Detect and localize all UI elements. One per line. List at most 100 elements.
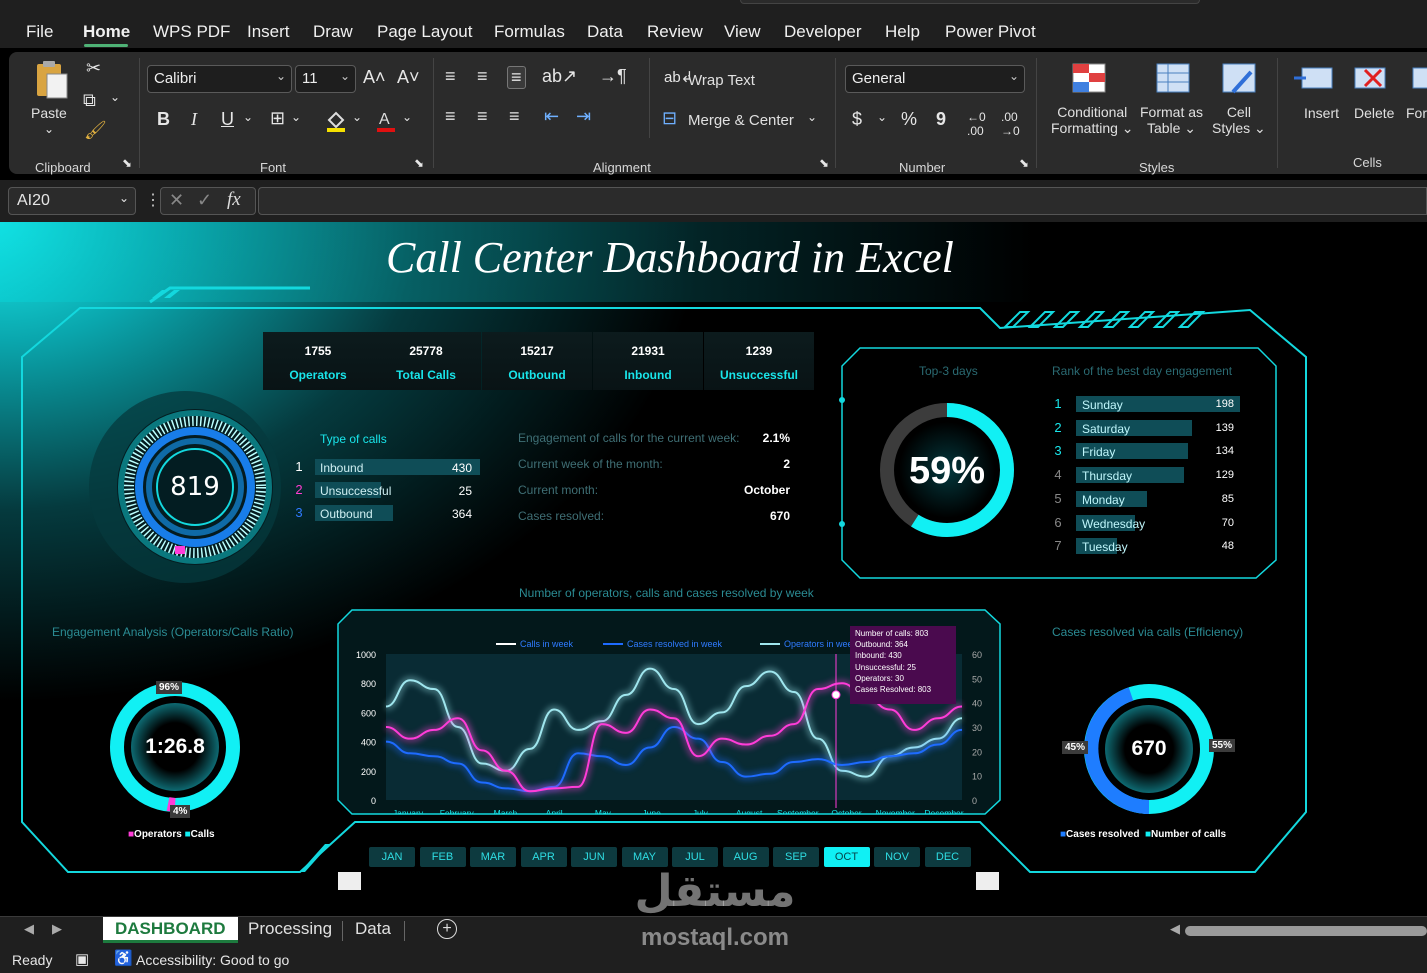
format-as-table-label[interactable]: Format as Table ⌄ bbox=[1140, 104, 1203, 137]
wrap-text-button[interactable]: Wrap Text bbox=[688, 72, 755, 89]
align-center-icon[interactable]: ≡ bbox=[477, 106, 488, 127]
paragraph-direction-icon[interactable]: →¶ bbox=[599, 66, 627, 87]
insert-cells-button[interactable]: Insert bbox=[1304, 105, 1339, 121]
borders-chevron-icon[interactable]: ⌄ bbox=[291, 110, 301, 124]
borders-icon[interactable]: ⊞ bbox=[270, 108, 285, 129]
cut-icon[interactable]: ✂ bbox=[86, 58, 101, 79]
month-button[interactable]: MAR bbox=[470, 847, 516, 867]
tab-data[interactable]: Data bbox=[587, 22, 623, 42]
formula-input[interactable] bbox=[258, 187, 1427, 215]
delete-cells-icon[interactable] bbox=[1351, 64, 1391, 92]
align-top-icon[interactable]: ≡ bbox=[445, 66, 456, 87]
month-button[interactable]: JAN bbox=[369, 847, 415, 867]
underline-chevron-icon[interactable]: ⌄ bbox=[243, 110, 253, 124]
more-options-icon[interactable]: ⋮ bbox=[145, 190, 161, 210]
month-button[interactable]: JUN bbox=[571, 847, 617, 867]
comma-style-button[interactable]: 9 bbox=[936, 109, 946, 130]
cell-styles-icon[interactable] bbox=[1221, 62, 1257, 94]
orientation-icon[interactable]: ab↗ bbox=[542, 66, 577, 87]
paste-dropdown-chevron-icon[interactable]: ⌄ bbox=[44, 122, 54, 136]
tab-draw[interactable]: Draw bbox=[313, 22, 353, 42]
tab-insert[interactable]: Insert bbox=[247, 22, 290, 42]
macro-record-icon[interactable]: ▣ bbox=[75, 950, 89, 968]
conditional-formatting-icon[interactable] bbox=[1071, 62, 1107, 94]
increase-decimal-icon[interactable]: ←0.00 bbox=[967, 110, 986, 138]
month-button[interactable]: DEC bbox=[924, 847, 971, 867]
tab-formulas[interactable]: Formulas bbox=[494, 22, 565, 42]
merge-icon[interactable]: ⊟ bbox=[662, 108, 677, 129]
align-bottom-icon[interactable]: ≡ bbox=[507, 66, 526, 89]
paste-icon[interactable] bbox=[33, 60, 69, 100]
increase-indent-icon[interactable]: ⇥ bbox=[576, 106, 591, 127]
copy-icon[interactable]: ⧉ bbox=[83, 90, 96, 111]
horizontal-scrollbar[interactable] bbox=[1185, 926, 1427, 936]
paste-button[interactable]: Paste bbox=[31, 105, 67, 121]
fill-color-icon[interactable] bbox=[324, 108, 348, 132]
month-button[interactable]: NOV bbox=[874, 847, 920, 867]
fill-chevron-icon[interactable]: ⌄ bbox=[352, 110, 362, 124]
name-box[interactable]: AI20 ⌄ bbox=[8, 187, 136, 215]
increase-font-icon[interactable]: A˄ bbox=[363, 67, 386, 88]
font-launcher-icon[interactable]: ⬊ bbox=[414, 156, 424, 170]
cell-styles-label[interactable]: Cell Styles ⌄ bbox=[1212, 104, 1266, 137]
font-color-icon[interactable]: A bbox=[374, 108, 398, 132]
accessibility-status[interactable]: Accessibility: Good to go bbox=[136, 952, 289, 968]
scroll-right-icon[interactable]: ▶ bbox=[52, 921, 62, 937]
format-as-table-icon[interactable] bbox=[1155, 62, 1191, 94]
sheet-tab-data[interactable]: Data bbox=[343, 917, 403, 943]
add-sheet-button[interactable]: + bbox=[437, 919, 457, 939]
sheet-tab-dashboard[interactable]: DASHBOARD bbox=[103, 917, 238, 943]
decrease-indent-icon[interactable]: ⇤ bbox=[544, 106, 559, 127]
month-button[interactable]: FEB bbox=[419, 847, 466, 867]
alignment-launcher-icon[interactable]: ⬊ bbox=[819, 156, 829, 170]
cancel-icon[interactable]: ✕ bbox=[169, 190, 184, 211]
tab-page-layout[interactable]: Page Layout bbox=[377, 22, 472, 42]
hscroll-left-icon[interactable]: ◀ bbox=[1170, 921, 1180, 937]
number-launcher-icon[interactable]: ⬊ bbox=[1019, 156, 1029, 170]
font-name-select[interactable]: Calibri ⌄ bbox=[147, 65, 292, 93]
enter-icon[interactable]: ✓ bbox=[197, 190, 212, 211]
conditional-formatting-label[interactable]: Conditional Formatting ⌄ bbox=[1051, 104, 1134, 137]
number-format-select[interactable]: General ⌄ bbox=[845, 65, 1025, 93]
tab-review[interactable]: Review bbox=[647, 22, 703, 42]
tab-home[interactable]: Home bbox=[83, 22, 130, 42]
underline-button[interactable]: U bbox=[221, 109, 234, 130]
sheet-tab-processing[interactable]: Processing bbox=[236, 917, 344, 943]
percent-button[interactable]: % bbox=[901, 109, 917, 130]
decrease-decimal-icon[interactable]: .00 →0 bbox=[1001, 110, 1020, 138]
format-cells-icon[interactable] bbox=[1409, 64, 1427, 92]
clipboard-launcher-icon[interactable]: ⬊ bbox=[122, 156, 132, 170]
month-button[interactable]: AUG bbox=[722, 847, 769, 867]
insert-function-button[interactable]: fx bbox=[227, 189, 241, 211]
format-painter-icon[interactable]: 🖌 bbox=[84, 120, 107, 141]
tab-view[interactable]: View bbox=[724, 22, 761, 42]
currency-chevron-icon[interactable]: ⌄ bbox=[877, 110, 887, 124]
merge-chevron-icon[interactable]: ⌄ bbox=[807, 110, 817, 124]
currency-button[interactable]: $ bbox=[852, 109, 862, 130]
font-color-chevron-icon[interactable]: ⌄ bbox=[402, 110, 412, 124]
tab-wps-pdf[interactable]: WPS PDF bbox=[153, 22, 230, 42]
align-left-icon[interactable]: ≡ bbox=[445, 106, 456, 127]
title-bar-search[interactable] bbox=[740, 0, 1200, 4]
font-size-select[interactable]: 11 ⌄ bbox=[295, 65, 356, 93]
format-cells-button[interactable]: Form bbox=[1406, 105, 1427, 121]
merge-center-button[interactable]: Merge & Center bbox=[688, 112, 794, 129]
copy-chevron-icon[interactable]: ⌄ bbox=[110, 90, 120, 104]
align-right-icon[interactable]: ≡ bbox=[509, 106, 520, 127]
delete-cells-button[interactable]: Delete bbox=[1354, 105, 1394, 121]
tab-power-pivot[interactable]: Power Pivot bbox=[945, 22, 1036, 42]
month-button[interactable]: APR bbox=[520, 847, 567, 867]
month-button[interactable]: SEP bbox=[773, 847, 819, 867]
tab-help[interactable]: Help bbox=[885, 22, 920, 42]
month-button[interactable]: MAY bbox=[621, 847, 668, 867]
accessibility-icon[interactable]: ♿ bbox=[114, 949, 133, 967]
align-middle-icon[interactable]: ≡ bbox=[477, 66, 488, 87]
italic-button[interactable]: I bbox=[191, 109, 197, 130]
month-button[interactable]: JUL bbox=[672, 847, 718, 867]
tab-file[interactable]: File bbox=[26, 22, 53, 42]
scroll-left-icon[interactable]: ◀ bbox=[24, 921, 34, 937]
decrease-font-icon[interactable]: A˅ bbox=[397, 67, 420, 88]
month-button[interactable]: OCT bbox=[823, 847, 870, 867]
tab-developer[interactable]: Developer bbox=[784, 22, 862, 42]
bold-button[interactable]: B bbox=[157, 109, 170, 130]
